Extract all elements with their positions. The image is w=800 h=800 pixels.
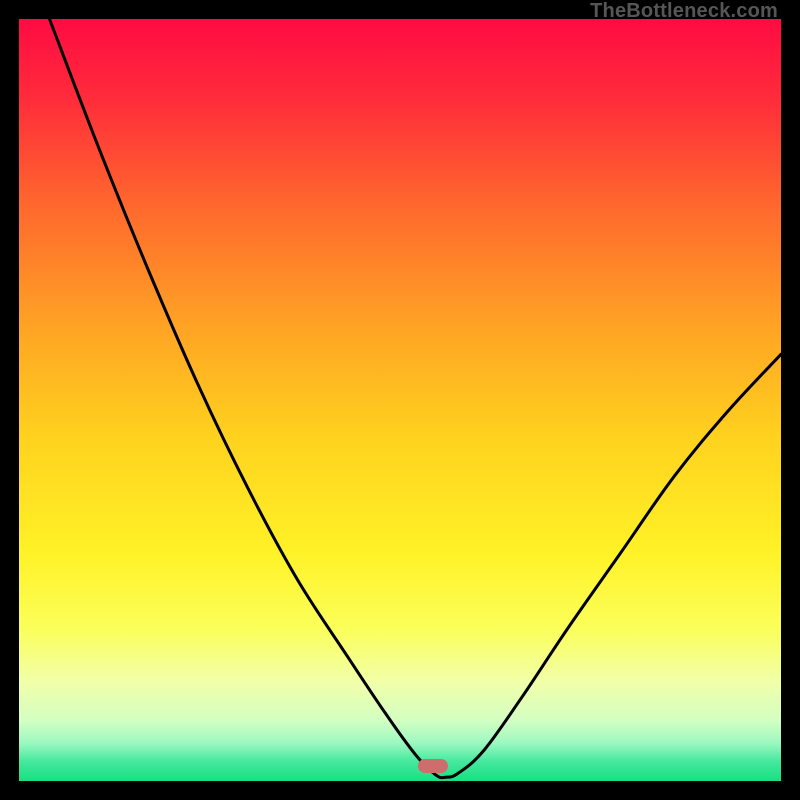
- bottleneck-curve: [19, 19, 781, 781]
- plot-area: [19, 19, 781, 781]
- chart-frame: TheBottleneck.com: [0, 0, 800, 800]
- watermark-text: TheBottleneck.com: [590, 0, 778, 23]
- optimum-marker: [418, 759, 448, 773]
